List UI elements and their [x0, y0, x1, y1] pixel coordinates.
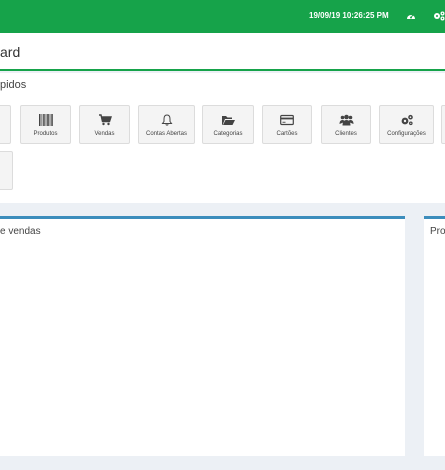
- shortcuts-box: pidos Produtos Vendas Contas Abertas Cat…: [0, 73, 445, 203]
- barcode-icon: [21, 114, 70, 126]
- shortcut-label: Categorias: [213, 131, 243, 137]
- cogs-icon: [380, 114, 433, 126]
- sales-panel: e vendas: [0, 216, 405, 456]
- cart-icon: [80, 114, 129, 126]
- page-header: ard: [0, 33, 445, 71]
- shortcut-clientes[interactable]: Clientes: [321, 105, 371, 144]
- shortcut-tile-partial[interactable]: [0, 151, 13, 190]
- bell-icon: [139, 114, 194, 126]
- products-panel-title: Pro: [430, 226, 445, 237]
- dashboard-icon[interactable]: [406, 11, 416, 21]
- sales-panel-title: e vendas: [0, 226, 41, 237]
- shortcut-label: Contas Abertas: [145, 131, 188, 137]
- shortcut-label: Vendas: [94, 131, 115, 137]
- datetime-display: 19/09/19 10:26:25 PM: [309, 11, 389, 20]
- shortcut-label: Configurações: [387, 131, 426, 137]
- settings-icon[interactable]: [433, 11, 445, 21]
- shortcut-label: Produtos: [33, 131, 58, 137]
- users-icon: [322, 114, 370, 126]
- top-navbar: 19/09/19 10:26:25 PM: [0, 0, 445, 33]
- shortcut-cartoes[interactable]: Cartões: [262, 105, 312, 144]
- folder-open-icon: [203, 114, 253, 126]
- shortcuts-heading: pidos: [0, 79, 27, 91]
- products-panel: Pro: [424, 216, 445, 456]
- shortcut-contas-abertas[interactable]: Contas Abertas: [138, 105, 195, 144]
- shortcut-produtos[interactable]: Produtos: [20, 105, 71, 144]
- shortcut-label: Clientes: [335, 131, 357, 137]
- shortcut-categorias[interactable]: Categorias: [202, 105, 254, 144]
- page-title: ard: [0, 44, 21, 60]
- shortcut-configuracoes[interactable]: Configurações: [379, 105, 434, 144]
- shortcut-tile-partial[interactable]: [441, 105, 445, 144]
- credit-card-icon: [263, 114, 311, 126]
- shortcut-vendas[interactable]: Vendas: [79, 105, 130, 144]
- shortcut-label: Cartões: [276, 131, 298, 137]
- shortcut-tile-partial[interactable]: [0, 105, 11, 144]
